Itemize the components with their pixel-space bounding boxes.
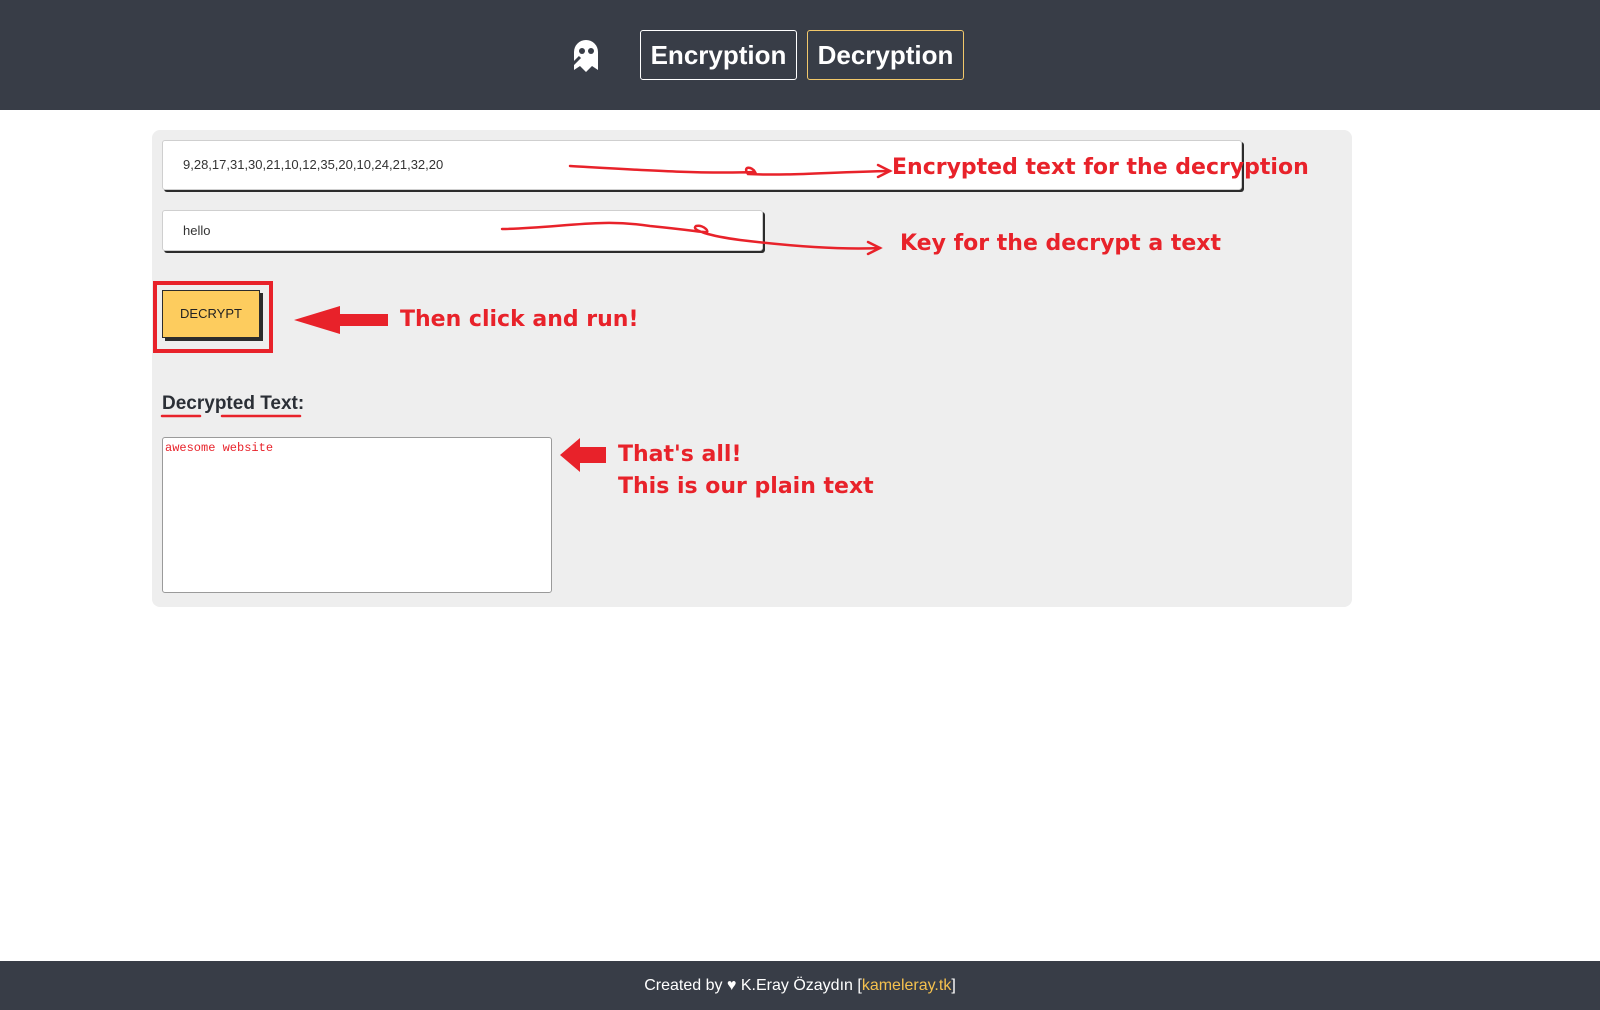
result-annotation-line2: This is our plain text	[618, 474, 874, 499]
decrypt-button[interactable]: DECRYPT	[162, 290, 260, 338]
result-annotation: That's all! This is our plain text	[618, 439, 874, 503]
decrypted-text-output[interactable]: awesome website	[162, 437, 552, 593]
decrypted-text-label: Decrypted Text:	[162, 393, 305, 414]
footer-credit: Created by ♥ K.Eray Özaydın [	[644, 977, 862, 994]
ghost-wand-icon[interactable]	[566, 36, 606, 76]
footer: Created by ♥ K.Eray Özaydın [kameleray.t…	[0, 961, 1600, 1010]
top-navbar: Encryption Decryption	[0, 0, 1600, 110]
key-annotation: Key for the decrypt a text	[900, 231, 1222, 256]
key-input[interactable]: hello	[162, 210, 763, 251]
footer-website-link[interactable]: kameleray.tk	[862, 977, 952, 994]
decryption-nav-button[interactable]: Decryption	[807, 30, 964, 80]
result-annotation-line1: That's all!	[618, 442, 742, 467]
button-annotation: Then click and run!	[400, 307, 639, 332]
ciphertext-annotation: Encrypted text for the decryption	[892, 155, 1309, 180]
encryption-nav-button[interactable]: Encryption	[640, 30, 797, 80]
footer-suffix: ]	[951, 977, 956, 994]
